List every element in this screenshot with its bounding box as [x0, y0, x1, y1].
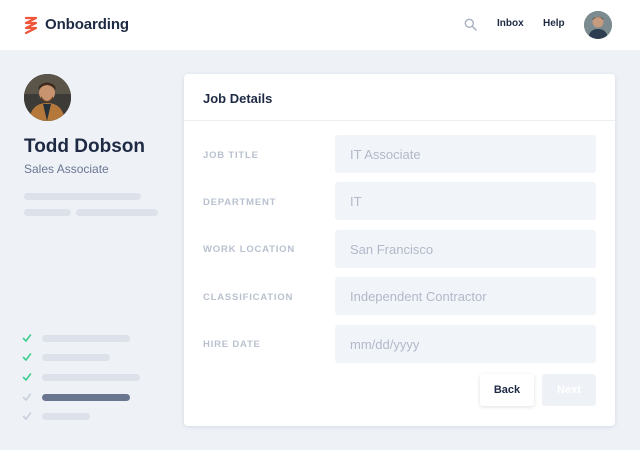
check-icon	[22, 412, 32, 420]
job-title-input[interactable]	[335, 135, 596, 173]
profile-avatar	[24, 74, 71, 121]
job-details-card: Job Details JOB TITLE DEPARTMENT WORK LO…	[184, 74, 615, 426]
nav-help-link[interactable]: Help	[543, 18, 565, 29]
placeholder-bar	[24, 193, 141, 200]
back-button[interactable]: Back	[480, 374, 534, 406]
step-label-bar	[42, 413, 90, 420]
placeholder-bar	[76, 209, 158, 216]
step-label-bar	[42, 374, 140, 381]
check-icon	[22, 373, 32, 381]
top-bar: Onboarding Inbox Help	[0, 0, 640, 50]
next-button[interactable]: Next	[542, 374, 596, 406]
work-location-input[interactable]	[335, 230, 596, 268]
search-icon[interactable]	[464, 18, 477, 31]
department-input[interactable]	[335, 182, 596, 220]
app-title: Onboarding	[45, 16, 129, 33]
department-label: DEPARTMENT	[203, 197, 277, 208]
classification-input[interactable]	[335, 277, 596, 315]
user-avatar[interactable]	[584, 11, 612, 39]
step-label-bar	[42, 354, 110, 361]
hire-date-label: HIRE DATE	[203, 339, 261, 350]
divider	[184, 120, 615, 121]
step-label-bar	[42, 394, 130, 401]
placeholder-bar	[24, 209, 71, 216]
zigzag-logo-icon[interactable]	[24, 16, 38, 34]
work-location-label: WORK LOCATION	[203, 244, 296, 255]
classification-label: CLASSIFICATION	[203, 292, 294, 303]
hire-date-input[interactable]	[335, 325, 596, 363]
check-icon	[22, 353, 32, 361]
check-icon	[22, 334, 32, 342]
step-label-bar	[42, 335, 130, 342]
card-title: Job Details	[203, 91, 273, 106]
job-title-label: JOB TITLE	[203, 150, 259, 161]
nav-inbox-link[interactable]: Inbox	[497, 18, 524, 29]
profile-role: Sales Associate	[24, 162, 109, 176]
profile-name: Todd Dobson	[24, 136, 146, 157]
check-icon	[22, 393, 32, 401]
